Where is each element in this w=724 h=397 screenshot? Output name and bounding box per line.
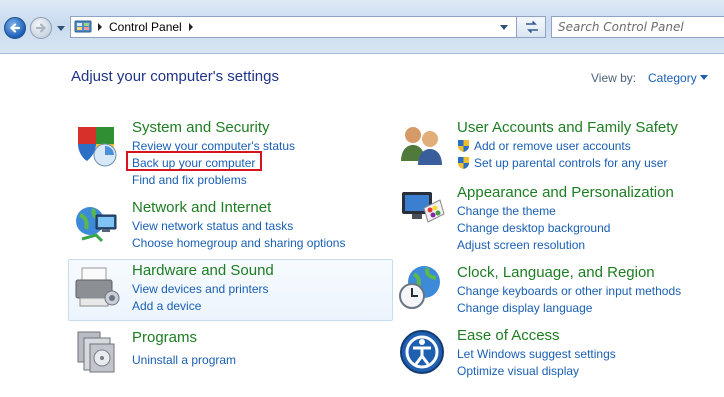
search-box[interactable] (551, 16, 724, 38)
category-ease-of-access[interactable]: Ease of Access (457, 327, 560, 344)
printer-icon[interactable] (72, 264, 120, 312)
recent-pages-dropdown[interactable] (56, 22, 66, 34)
link-optimize-visual-display[interactable]: Optimize visual display (457, 364, 579, 378)
link-add-device[interactable]: Add a device (132, 299, 201, 313)
back-button[interactable] (4, 17, 26, 39)
users-icon[interactable] (398, 121, 446, 169)
search-input[interactable] (558, 20, 718, 34)
network-globe-icon[interactable] (72, 201, 120, 249)
link-change-desktop-background[interactable]: Change desktop background (457, 221, 610, 235)
link-homegroup-sharing[interactable]: Choose homegroup and sharing options (132, 236, 345, 250)
uac-shield-icon (458, 140, 469, 152)
refresh-icon (526, 20, 538, 34)
link-adjust-screen-resolution[interactable]: Adjust screen resolution (457, 238, 585, 252)
link-add-remove-accounts[interactable]: Add or remove user accounts (474, 139, 631, 153)
monitor-palette-icon[interactable] (398, 186, 446, 234)
clock-globe-icon[interactable] (398, 264, 446, 312)
category-programs[interactable]: Programs (132, 329, 197, 346)
navigation-bar: Control Panel (0, 0, 724, 54)
back-arrow-icon (9, 23, 21, 33)
uac-shield-icon (458, 157, 469, 169)
link-change-theme[interactable]: Change the theme (457, 204, 556, 218)
breadcrumb-separator-icon[interactable] (96, 22, 104, 32)
link-change-display-language[interactable]: Change display language (457, 301, 592, 315)
category-hardware-and-sound[interactable]: Hardware and Sound (132, 262, 274, 279)
address-bar[interactable]: Control Panel (70, 16, 544, 38)
refresh-button[interactable] (516, 16, 546, 38)
page-title: Adjust your computer's settings (71, 68, 279, 85)
link-uninstall-program[interactable]: Uninstall a program (132, 353, 236, 367)
view-by-label: View by: (591, 71, 637, 85)
breadcrumb-control-panel[interactable]: Control Panel (109, 20, 182, 34)
category-system-and-security[interactable]: System and Security (132, 119, 270, 136)
control-panel-icon (74, 20, 92, 33)
view-by-dropdown[interactable]: Category (648, 71, 697, 85)
category-clock-language-region[interactable]: Clock, Language, and Region (457, 264, 655, 281)
link-find-fix-problems[interactable]: Find and fix problems (132, 173, 247, 187)
breadcrumb-separator-icon[interactable] (187, 22, 195, 32)
address-history-dropdown[interactable] (497, 16, 511, 38)
link-view-network-status[interactable]: View network status and tasks (132, 219, 293, 233)
link-windows-suggest-settings[interactable]: Let Windows suggest settings (457, 347, 616, 361)
category-appearance[interactable]: Appearance and Personalization (457, 184, 674, 201)
programs-icon[interactable] (72, 328, 120, 376)
category-user-accounts[interactable]: User Accounts and Family Safety (457, 119, 678, 136)
forward-arrow-icon (35, 23, 47, 33)
shield-icon[interactable] (72, 121, 120, 169)
forward-button[interactable] (30, 17, 52, 39)
link-view-devices-printers[interactable]: View devices and printers (132, 282, 269, 296)
link-change-keyboards[interactable]: Change keyboards or other input methods (457, 284, 681, 298)
chevron-down-icon[interactable] (700, 75, 708, 80)
link-parental-controls[interactable]: Set up parental controls for any user (474, 156, 667, 170)
highlight-box (126, 151, 262, 171)
ease-of-access-icon[interactable] (398, 328, 446, 376)
category-network-and-internet[interactable]: Network and Internet (132, 199, 271, 216)
